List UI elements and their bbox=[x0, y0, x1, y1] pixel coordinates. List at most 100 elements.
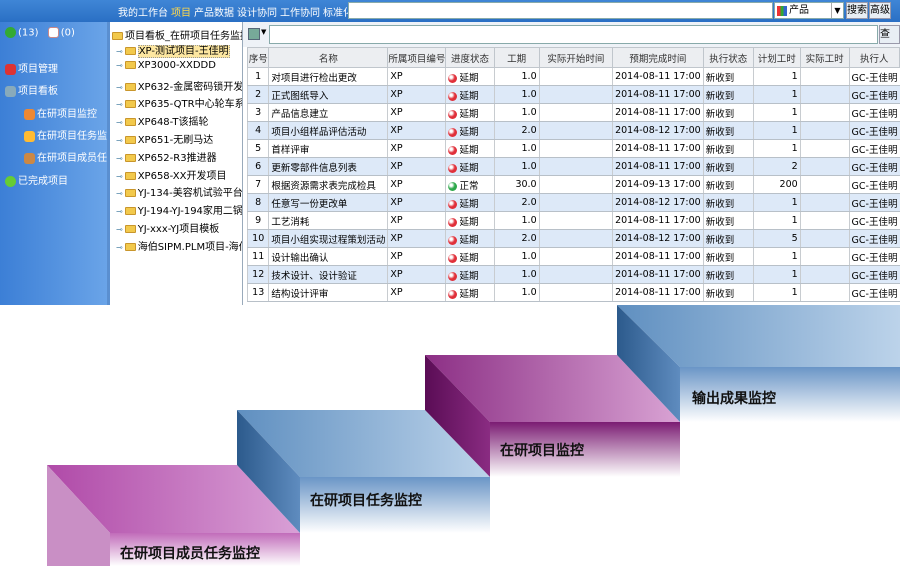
column-header[interactable]: 名称 bbox=[268, 47, 389, 68]
table-row[interactable]: 11 设计输出确认 XP 延期 1.0 2014-08-11 17:00 新收到 1 GC-王佳… bbox=[246, 247, 900, 266]
sidebar-item-label: 在研项目任务监控 bbox=[37, 131, 117, 142]
tree-node[interactable]: ⊸ XP652-R3推进器 bbox=[116, 149, 217, 164]
table-row[interactable]: 8 任意写一份更改单 XP 延期 2.0 2014-08-12 17:00 新收到 1 GC-王… bbox=[246, 193, 900, 212]
cell-8: 5 bbox=[752, 229, 801, 248]
expand-icon[interactable]: ⊸ bbox=[116, 225, 123, 234]
cell-4: 1.0 bbox=[493, 139, 540, 158]
column-header[interactable]: 所属项目编号 bbox=[387, 47, 447, 68]
chevron-down-icon[interactable]: ▼ bbox=[831, 3, 843, 18]
tree-node[interactable]: ⊸ XP-测试项目-王佳明 bbox=[116, 42, 230, 58]
expand-icon[interactable]: ⊸ bbox=[116, 172, 123, 181]
table-row[interactable]: 2 正式图纸导入 XP 延期 1.0 2014-08-11 17:00 新收到 1 GC-王佳明 bbox=[246, 85, 900, 104]
column-header[interactable]: 执行人 bbox=[848, 47, 900, 68]
table-row[interactable]: 9 工艺消耗 XP 延期 1.0 2014-08-11 17:00 新收到 1 GC-王佳明 bbox=[246, 211, 900, 230]
expand-icon[interactable]: ⊸ bbox=[116, 47, 123, 56]
expand-icon[interactable]: ⊸ bbox=[116, 154, 123, 163]
table-row[interactable]: 12 技术设计、设计验证 XP 延期 1.0 2014-08-11 17:00 新收到 1 GC… bbox=[246, 265, 900, 284]
table-row[interactable]: 10 项目小组实现过程策划活动 XP 延期 2.0 2014-08-12 17:00 新收到… bbox=[246, 229, 900, 248]
sidebar-item-task-monitor[interactable]: 在研项目任务监控 bbox=[24, 127, 117, 142]
status-dot-icon bbox=[448, 163, 458, 173]
tree-node[interactable]: ⊸ XP632-金属密码锁开发项目 bbox=[116, 78, 243, 93]
cell-0: 7 bbox=[246, 175, 269, 194]
cell-9 bbox=[799, 283, 850, 302]
menu-item[interactable]: 我的工作台 bbox=[118, 8, 168, 19]
grid-search-input[interactable] bbox=[269, 25, 878, 44]
tree-node[interactable]: ⊸ YJ-134-美容机试验平台 bbox=[116, 184, 242, 199]
users-count[interactable]: (13) bbox=[18, 28, 39, 39]
expand-icon[interactable]: ⊸ bbox=[116, 189, 123, 198]
tree-node[interactable]: ⊸ YJ-xxx-YJ项目模板 bbox=[116, 220, 219, 235]
sidebar-item-completed[interactable]: 已完成项目 bbox=[5, 172, 68, 187]
column-header[interactable]: 执行状态 bbox=[702, 47, 754, 68]
find-button[interactable]: 查找 bbox=[879, 25, 900, 44]
expand-icon[interactable]: ⊸ bbox=[116, 136, 123, 145]
column-header[interactable]: 进度状态 bbox=[445, 47, 495, 68]
status-dot-icon bbox=[448, 145, 458, 155]
tree-node[interactable]: ⊸ YJ-194-YJ-194家用二锅触摸开 bbox=[116, 202, 242, 217]
cell-2: XP bbox=[387, 103, 446, 122]
tree-node-label: XP648-T该摇轮 bbox=[137, 117, 209, 129]
mail-count[interactable]: (0) bbox=[61, 28, 75, 39]
cell-4: 2.0 bbox=[493, 193, 540, 212]
menu-item[interactable]: 工作协同 bbox=[280, 8, 320, 19]
column-header[interactable]: 序号 bbox=[246, 47, 270, 68]
sidebar-item-project-board[interactable]: 项目看板 bbox=[5, 82, 58, 97]
column-header[interactable]: 工期 bbox=[493, 47, 540, 68]
cell-1: 技术设计、设计验证 bbox=[268, 265, 388, 284]
cell-3: 延期 bbox=[445, 247, 495, 266]
table-row[interactable]: 3 产品信息建立 XP 延期 1.0 2014-08-11 17:00 新收到 1 GC-王佳明 bbox=[246, 103, 900, 122]
table-row[interactable]: 5 首样评审 XP 延期 1.0 2014-08-11 17:00 新收到 1 GC-王佳明 bbox=[246, 139, 900, 158]
sidebar-item-project-monitor[interactable]: 在研项目监控 bbox=[24, 105, 97, 120]
table-row[interactable]: 4 项目小组样品评估活动 XP 延期 2.0 2014-08-12 17:00 新收到 1 GC… bbox=[246, 121, 900, 140]
menu-item[interactable]: 设计协同 bbox=[237, 8, 277, 19]
cell-9 bbox=[799, 229, 850, 248]
search-button[interactable]: 搜索 bbox=[846, 2, 868, 19]
cell-1: 结构设计评审 bbox=[268, 283, 388, 302]
folder-icon bbox=[124, 136, 136, 144]
cell-9 bbox=[799, 247, 850, 266]
global-search-input[interactable] bbox=[348, 2, 773, 19]
column-header[interactable]: 实际开始时间 bbox=[538, 47, 614, 68]
status-text: 延期 bbox=[459, 108, 479, 120]
cell-0: 1 bbox=[246, 67, 269, 86]
cell-7: 新收到 bbox=[702, 103, 754, 122]
expand-icon[interactable]: ⊸ bbox=[116, 61, 123, 70]
cell-5 bbox=[538, 247, 613, 266]
cell-9 bbox=[799, 103, 850, 122]
expand-icon[interactable]: ⊸ bbox=[116, 118, 123, 127]
step-label-task: 在研项目任务监控 bbox=[310, 493, 422, 509]
expand-icon[interactable]: ⊸ bbox=[116, 100, 123, 109]
tree-node[interactable]: ⊸ XP651-无刷马达 bbox=[116, 131, 213, 146]
advanced-search-button[interactable]: 高级 bbox=[869, 2, 891, 19]
table-row[interactable]: 7 根据资源需求表完成检具 XP 正常 30.0 2014-09-13 17:00 新收到 2… bbox=[246, 175, 900, 194]
project-tree: 项目看板_在研项目任务监控 ⊸ XP-测试项目-王佳明 ⊸ XP3000-XXDDD ⊸… bbox=[107, 22, 243, 305]
chevron-down-icon[interactable]: ▼ bbox=[261, 28, 266, 36]
column-header[interactable]: 实际工时 bbox=[799, 47, 850, 68]
column-header[interactable]: 计划工时 bbox=[752, 47, 801, 68]
menu-item[interactable]: 产品数据 bbox=[194, 8, 234, 19]
tree-root[interactable]: 项目看板_在研项目任务监控 bbox=[112, 27, 242, 42]
expand-icon[interactable]: ⊸ bbox=[116, 83, 123, 92]
expand-icon[interactable]: ⊸ bbox=[116, 207, 123, 216]
product-select[interactable]: 产品 ▼ bbox=[774, 2, 844, 19]
tree-node[interactable]: ⊸ XP648-T该摇轮 bbox=[116, 113, 208, 128]
cell-7: 新收到 bbox=[702, 85, 754, 104]
folder-icon bbox=[124, 207, 136, 216]
sidebar-item-project-management[interactable]: 项目管理 bbox=[5, 60, 58, 75]
table-row[interactable]: 13 结构设计评审 XP 延期 1.0 2014-08-11 17:00 新收到 1 GC-王佳… bbox=[246, 283, 900, 302]
cell-5 bbox=[538, 103, 613, 122]
mail-icon[interactable] bbox=[47, 27, 59, 38]
table-row[interactable]: 1 对项目进行检出更改 XP 延期 1.0 2014-08-11 17:00 新收到 1 GC-… bbox=[246, 67, 900, 86]
calendar-icon[interactable] bbox=[248, 28, 260, 40]
column-header[interactable]: 预期完成时间 bbox=[612, 47, 704, 68]
tree-node[interactable]: ⊸ XP3000-XXDDD bbox=[116, 60, 216, 71]
cell-5 bbox=[538, 121, 613, 140]
tree-node[interactable]: ⊸ XP658-XX开发项目 bbox=[116, 167, 226, 182]
table-row[interactable]: 6 更新零部件信息列表 XP 延期 1.0 2014-08-11 17:00 新收到 2 GC-… bbox=[246, 157, 900, 176]
expand-icon[interactable]: ⊸ bbox=[116, 243, 123, 252]
cell-8: 1 bbox=[752, 247, 801, 266]
tree-node[interactable]: ⊸ 海伯SIPM.PLM项目-海伯SIPM bbox=[116, 238, 242, 253]
menu-item[interactable]: 项目 bbox=[171, 8, 191, 19]
tree-node-label: XP632-金属密码锁开发项目 bbox=[137, 81, 243, 93]
tree-node[interactable]: ⊸ XP635-QTR中心轮车系轮 bbox=[116, 95, 242, 110]
